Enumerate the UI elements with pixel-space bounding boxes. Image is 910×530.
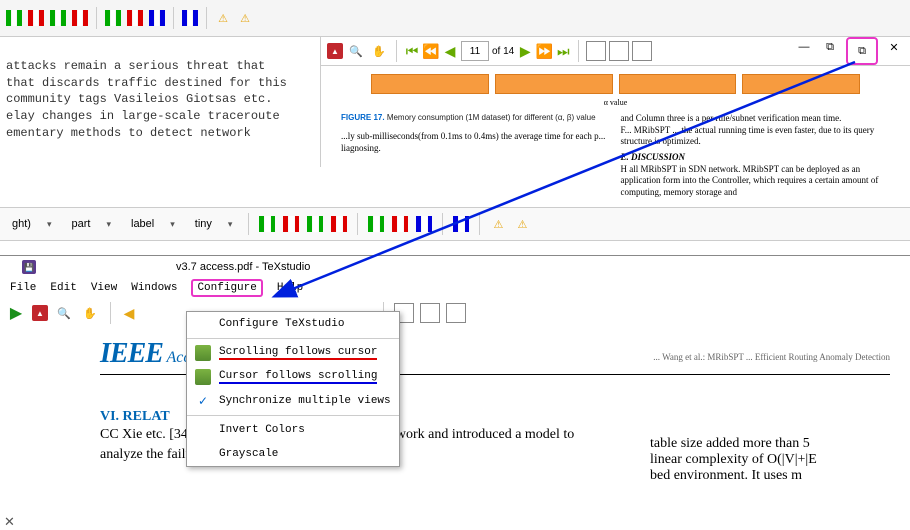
play-icon[interactable]: ▶ [6,303,26,323]
menu-scrolling-follows-cursor[interactable]: Scrolling follows cursor [187,341,399,365]
page-mode-3[interactable] [632,41,652,61]
stripe-b6[interactable] [390,214,410,234]
paper-text-left: ...ly sub-milliseconds(from 0.1ms to 0.4… [341,131,611,154]
page-mode-1[interactable] [586,41,606,61]
next-fast-icon[interactable]: ⏩ [536,43,552,59]
paper-text-r3: H all MRibSPT in SDN network. MRibSPT ca… [621,164,891,199]
page-input[interactable] [461,41,489,61]
prev-page-icon[interactable]: ◀ [442,43,458,59]
cursor-icon-2 [195,369,211,385]
minimize-icon[interactable]: — [794,37,814,57]
code-line: that discards traffic destined for this [6,76,287,90]
dropdown-tiny[interactable]: tiny [187,218,241,230]
figure-label: FIGURE 17. [341,113,385,122]
menu-windows[interactable]: Windows [131,282,177,294]
section-e-header: E. DISCUSSION [621,152,891,164]
menu-sync-views[interactable]: ✓ Synchronize multiple views [187,389,399,413]
search-icon-2[interactable]: 🔍 [54,303,74,323]
stripe-icon-7[interactable] [147,8,167,28]
code-line: attacks remain a serious threat that [6,59,265,73]
warning-icon-2[interactable]: ⚠ [235,8,255,28]
text-editor-panel: attacks remain a serious threat that tha… [0,37,321,167]
paper-header: ... Wang et al.: MRibSPT ... Efficient R… [653,352,890,362]
menu-cursor-follows-scrolling[interactable]: Cursor follows scrolling [187,365,399,389]
menubar: File Edit View Windows Configure Help [0,278,910,298]
pdf-icon-2[interactable]: ▲ [32,305,48,321]
app-icon: 💾 [22,260,36,274]
page-total-label: of 14 [492,46,514,57]
chart-bars [371,74,860,94]
pdf-viewer: ▲ 🔍 ✋ ⏮ ⏪ ◀ of 14 ▶ ⏩ ⏭ — ⧉ ⧉ ✕ α [321,37,910,167]
restore-icon[interactable]: ⧉ [820,37,840,57]
page-mode-b[interactable] [420,303,440,323]
check-icon: ✓ [195,393,211,409]
stripe-b1[interactable] [257,214,277,234]
warn-b2[interactable]: ⚠ [512,214,532,234]
pdf-toolbar: ▲ 🔍 ✋ ⏮ ⏪ ◀ of 14 ▶ ⏩ ⏭ — ⧉ ⧉ ✕ [321,37,910,66]
stripe-b3[interactable] [305,214,325,234]
paper-right-column: table size added more than 5 linear comp… [650,436,900,484]
format-toolbar: ght) part label tiny ⚠ ⚠ [0,207,910,241]
code-line: community tags Vasileios Giotsas etc. [6,92,272,106]
stripe-b5[interactable] [366,214,386,234]
stripe-icon-5[interactable] [103,8,123,28]
menu-file[interactable]: File [10,282,36,294]
lower-window: ✕ 💾 v3.7 access.pdf - TeXstudio File Edi… [0,255,910,474]
stripe-icon-3[interactable] [48,8,68,28]
back-icon[interactable]: ◀ [121,305,137,321]
titlebar: 💾 v3.7 access.pdf - TeXstudio [0,256,910,278]
stripe-icon-2[interactable] [26,8,46,28]
menu-grayscale[interactable]: Grayscale [187,442,399,466]
close-panel-icon[interactable]: ✕ [4,514,15,530]
stripe-icon-4[interactable] [70,8,90,28]
menu-edit[interactable]: Edit [50,282,76,294]
configure-dropdown: Configure TeXstudio Scrolling follows cu… [186,311,400,467]
figure-caption: Memory consumption (1M dataset) for diff… [387,113,596,122]
stripe-b8[interactable] [451,214,471,234]
dropdown-1[interactable]: ght) [4,218,60,230]
warn-b1[interactable]: ⚠ [488,214,508,234]
code-line: ementary methods to detect network [6,126,251,140]
hand-icon[interactable]: ✋ [369,41,389,61]
dropdown-label[interactable]: label [123,218,183,230]
dropdown-part[interactable]: part [64,218,120,230]
pdf-icon[interactable]: ▲ [327,43,343,59]
last-page-icon[interactable]: ⏭ [555,43,571,59]
search-icon[interactable]: 🔍 [346,41,366,61]
stripe-b4[interactable] [329,214,349,234]
window-title: v3.7 access.pdf - TeXstudio [176,261,310,273]
prev-fast-icon[interactable]: ⏪ [423,43,439,59]
stripe-b7[interactable] [414,214,434,234]
stripe-icon-1[interactable] [4,8,24,28]
warning-icon-1[interactable]: ⚠ [213,8,233,28]
main-toolbar: ▶ ▲ 🔍 ✋ ◀ [0,298,910,328]
hand-icon-2[interactable]: ✋ [80,303,100,323]
menu-configure-texstudio[interactable]: Configure TeXstudio [187,312,399,336]
paper-text-r1: and Column three is a per rule/subnet ve… [621,113,891,125]
stripe-icon-8[interactable] [180,8,200,28]
maximize-icon[interactable]: ⧉ [846,37,878,65]
menu-invert-colors[interactable]: Invert Colors [187,418,399,442]
stripe-b2[interactable] [281,214,301,234]
page-mode-2[interactable] [609,41,629,61]
close-icon[interactable]: ✕ [884,37,904,57]
alpha-label: α value [331,98,900,107]
page-mode-c[interactable] [446,303,466,323]
ieee-logo: IEEE [100,338,163,369]
top-toolbar: ⚠ ⚠ [0,0,910,37]
stripe-icon-6[interactable] [125,8,145,28]
paper-text-r2: F... MRibSPT ... the actual running time… [621,125,891,148]
next-page-icon[interactable]: ▶ [517,43,533,59]
menu-help[interactable]: Help [277,282,303,294]
cursor-icon [195,345,211,361]
menu-configure[interactable]: Configure [191,279,262,297]
first-page-icon[interactable]: ⏮ [404,43,420,59]
code-line: elay changes in large-scale traceroute [6,109,280,123]
menu-view[interactable]: View [91,282,117,294]
